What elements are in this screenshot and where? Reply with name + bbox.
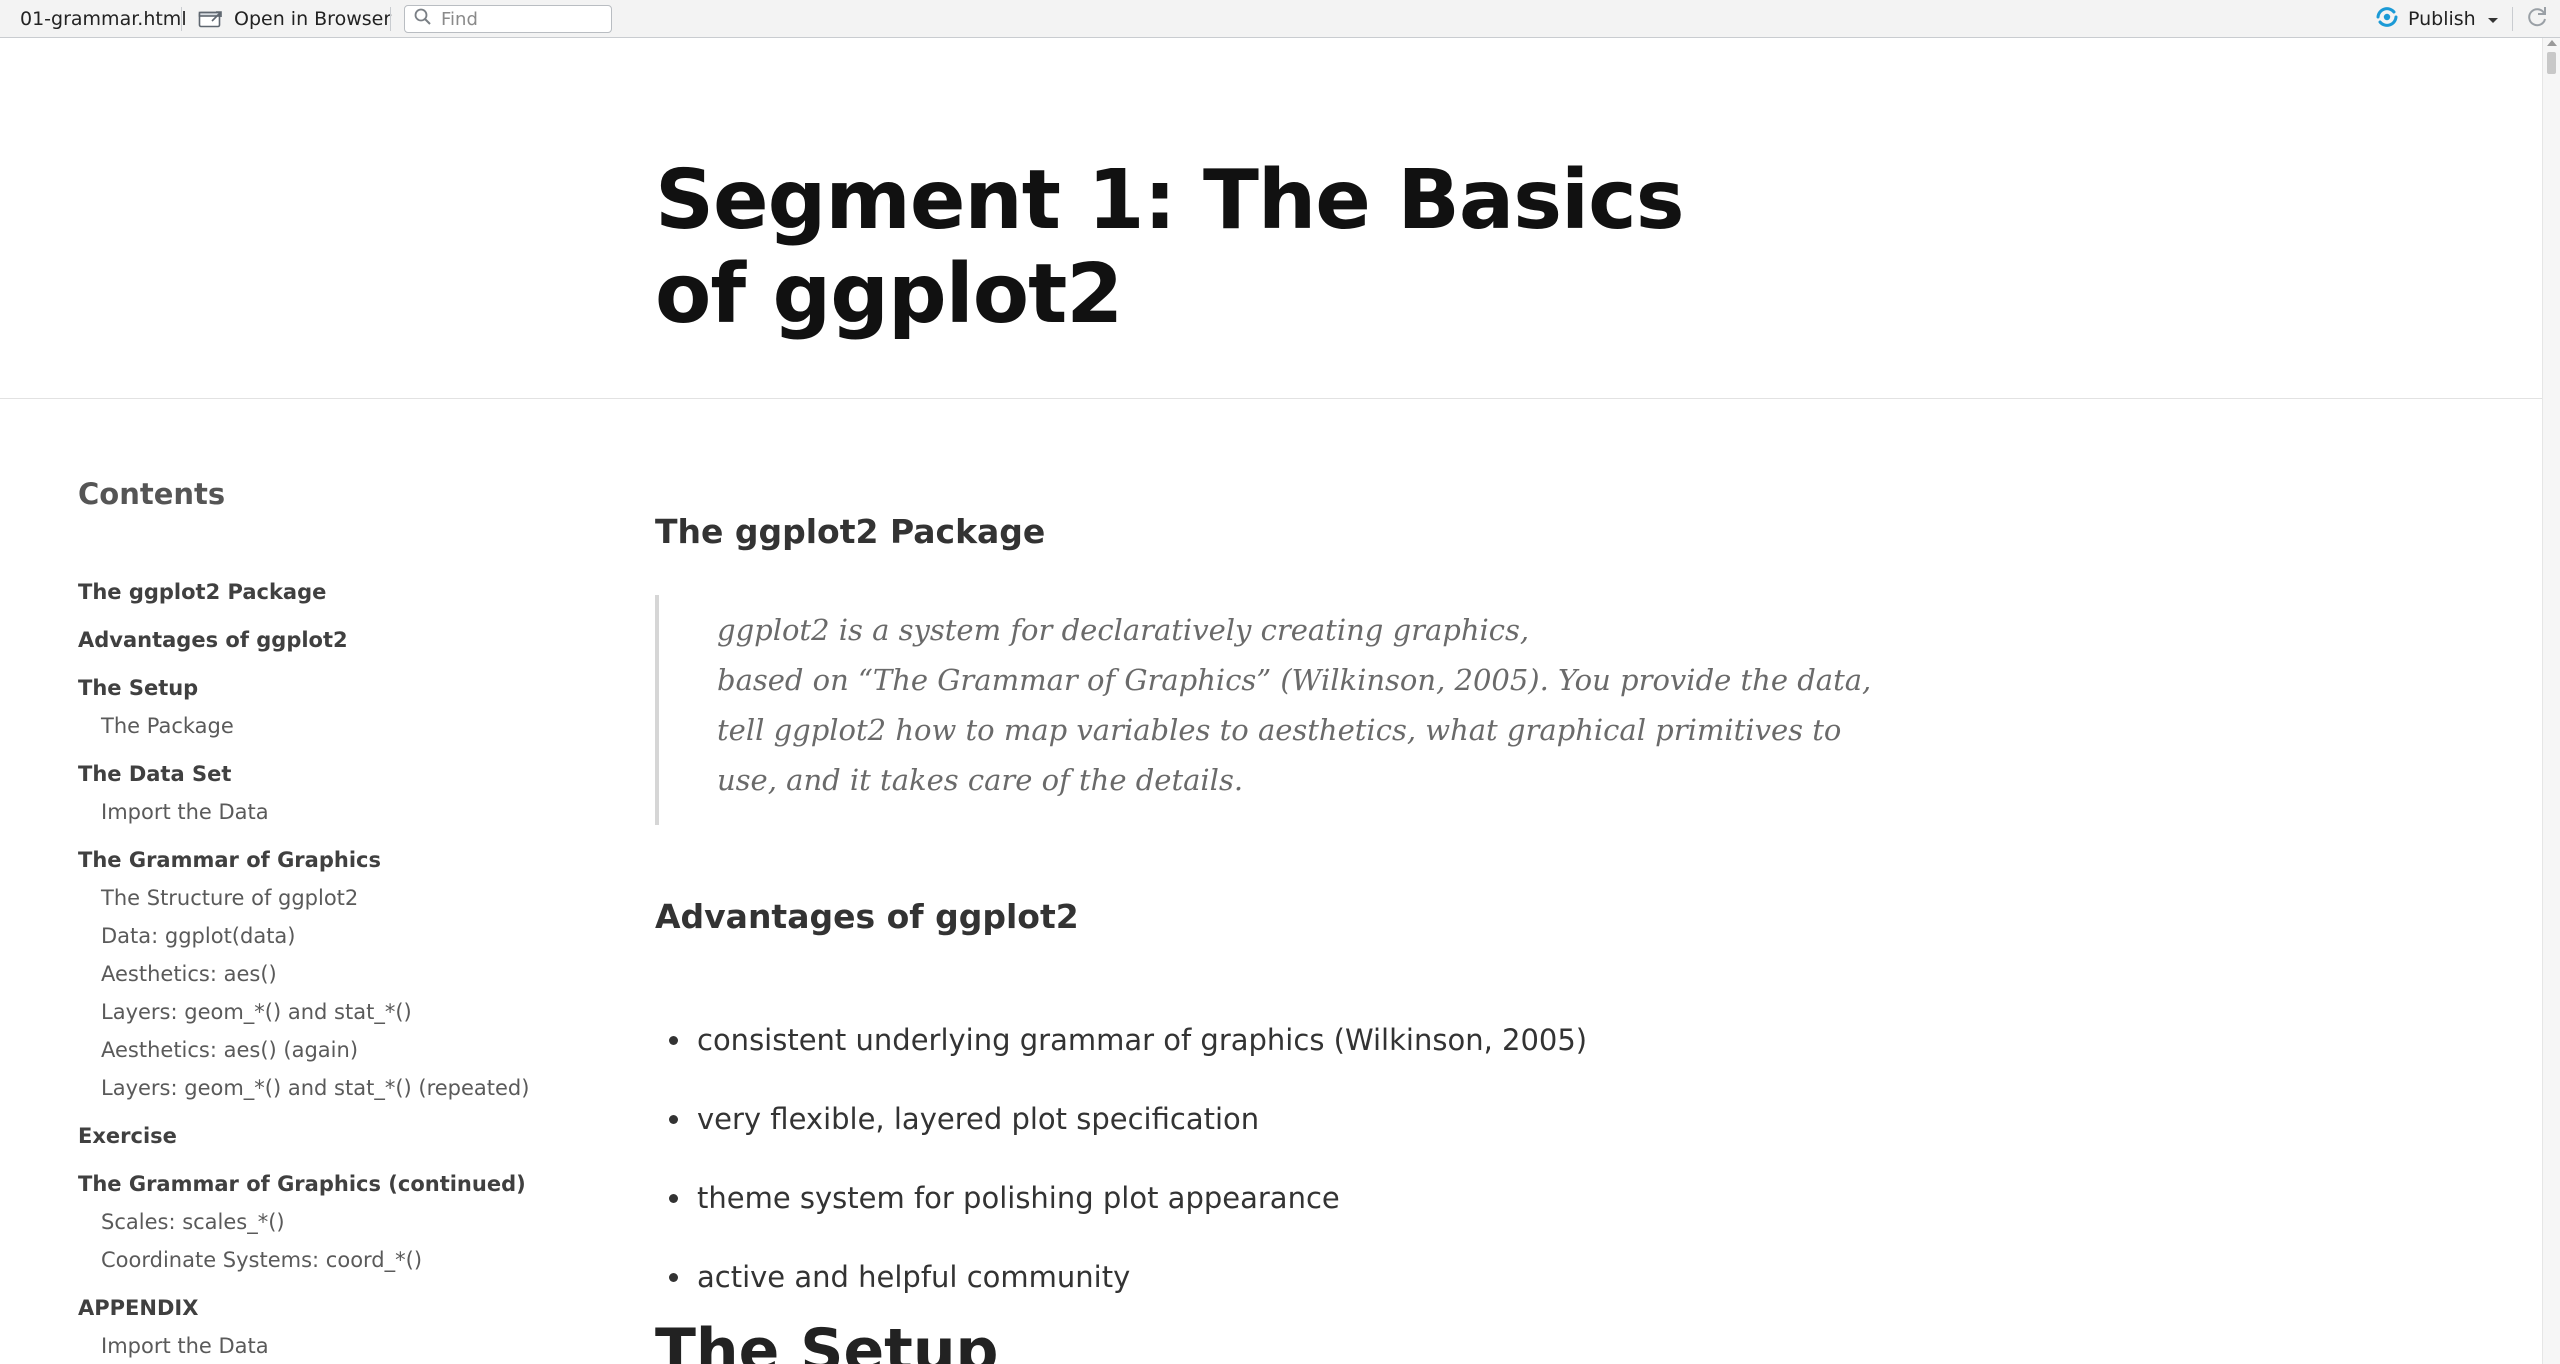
- toc-link[interactable]: Data: ggplot(data): [101, 922, 296, 950]
- blockquote-line-1: ggplot2 is a system for declaratively cr…: [717, 613, 1530, 647]
- open-in-browser-button[interactable]: Open in Browser: [198, 0, 391, 38]
- search-icon: [413, 7, 433, 32]
- toc-link[interactable]: Advantages of ggplot2: [78, 626, 348, 654]
- blockquote-text: ggplot2 is a system for declaratively cr…: [717, 595, 1877, 805]
- section-heading-setup: The Setup: [655, 1316, 999, 1364]
- bullet-marker: [669, 1036, 678, 1045]
- toc-link[interactable]: The Grammar of Graphics (continued): [78, 1170, 526, 1198]
- toc-link[interactable]: The Data Set: [78, 760, 231, 788]
- viewer-toolbar: 01-grammar.html Open in Browser Find Pub…: [0, 0, 2560, 38]
- refresh-button[interactable]: [2524, 0, 2550, 38]
- toc-link[interactable]: Scales: scales_*(): [101, 1208, 285, 1236]
- page-title: Segment 1: The Basics of ggplot2: [655, 153, 1685, 342]
- refresh-icon: [2524, 4, 2550, 35]
- bullet-marker: [669, 1273, 678, 1282]
- toc-link[interactable]: Import the Data: [101, 798, 269, 826]
- list-item-text: consistent underlying grammar of graphic…: [697, 1023, 1588, 1057]
- toc-link[interactable]: Aesthetics: aes(): [101, 960, 277, 988]
- chevron-down-icon: [2486, 8, 2500, 30]
- scroll-up-arrow-icon[interactable]: [2547, 40, 2557, 46]
- blockquote-line-2: based on “The Grammar of Graphics” (Wilk…: [717, 663, 1872, 797]
- toc-link[interactable]: Coordinate Systems: coord_*(): [101, 1246, 422, 1274]
- definition-blockquote: ggplot2 is a system for declaratively cr…: [655, 595, 1895, 825]
- toc-link[interactable]: APPENDIX: [78, 1294, 198, 1322]
- toc-link[interactable]: Aesthetics: aes() (again): [101, 1036, 358, 1064]
- toolbar-divider: [390, 7, 391, 31]
- vertical-scrollbar[interactable]: [2542, 38, 2560, 1364]
- bullet-marker: [669, 1194, 678, 1203]
- table-of-contents: Contents The ggplot2 Package Advantages o…: [78, 474, 598, 1358]
- toc-link[interactable]: The ggplot2 Package: [78, 578, 326, 606]
- publish-menu-button[interactable]: [2486, 0, 2500, 38]
- document-view: Segment 1: The Basics of ggplot2 Content…: [0, 38, 2542, 1364]
- section-heading-ggplot2-package: The ggplot2 Package: [655, 512, 1046, 551]
- section-heading-advantages: Advantages of ggplot2: [655, 897, 1079, 936]
- scrollbar-thumb[interactable]: [2547, 52, 2556, 74]
- publish-button[interactable]: Publish: [2374, 0, 2476, 38]
- list-item-text: very flexible, layered plot specificatio…: [697, 1102, 1260, 1136]
- title-block: Segment 1: The Basics of ggplot2: [0, 38, 2542, 399]
- find-input[interactable]: [441, 8, 601, 30]
- browser-window-icon: [198, 9, 224, 29]
- open-in-browser-label: Open in Browser: [234, 8, 392, 30]
- toolbar-divider: [181, 7, 182, 31]
- list-item-text: active and helpful community: [697, 1260, 1131, 1294]
- toc-link[interactable]: Layers: geom_*() and stat_*(): [101, 998, 412, 1026]
- toc-link[interactable]: The Grammar of Graphics: [78, 846, 381, 874]
- toc-heading: Contents: [78, 477, 226, 511]
- list-item-text: theme system for polishing plot appearan…: [697, 1181, 1340, 1215]
- bullet-marker: [669, 1115, 678, 1124]
- toc-link[interactable]: Exercise: [78, 1122, 177, 1150]
- publish-label: Publish: [2408, 8, 2476, 30]
- toolbar-divider: [2512, 7, 2513, 31]
- toc-link[interactable]: Layers: geom_*() and stat_*() (repeated): [101, 1074, 529, 1102]
- publish-icon: [2374, 5, 2400, 34]
- filename-label: 01-grammar.html: [20, 8, 187, 30]
- toc-link[interactable]: The Structure of ggplot2: [101, 884, 358, 912]
- toc-link[interactable]: Import the Data: [101, 1332, 269, 1360]
- toc-link[interactable]: The Setup: [78, 674, 198, 702]
- toc-link[interactable]: The Package: [101, 712, 234, 740]
- find-field[interactable]: [404, 5, 612, 33]
